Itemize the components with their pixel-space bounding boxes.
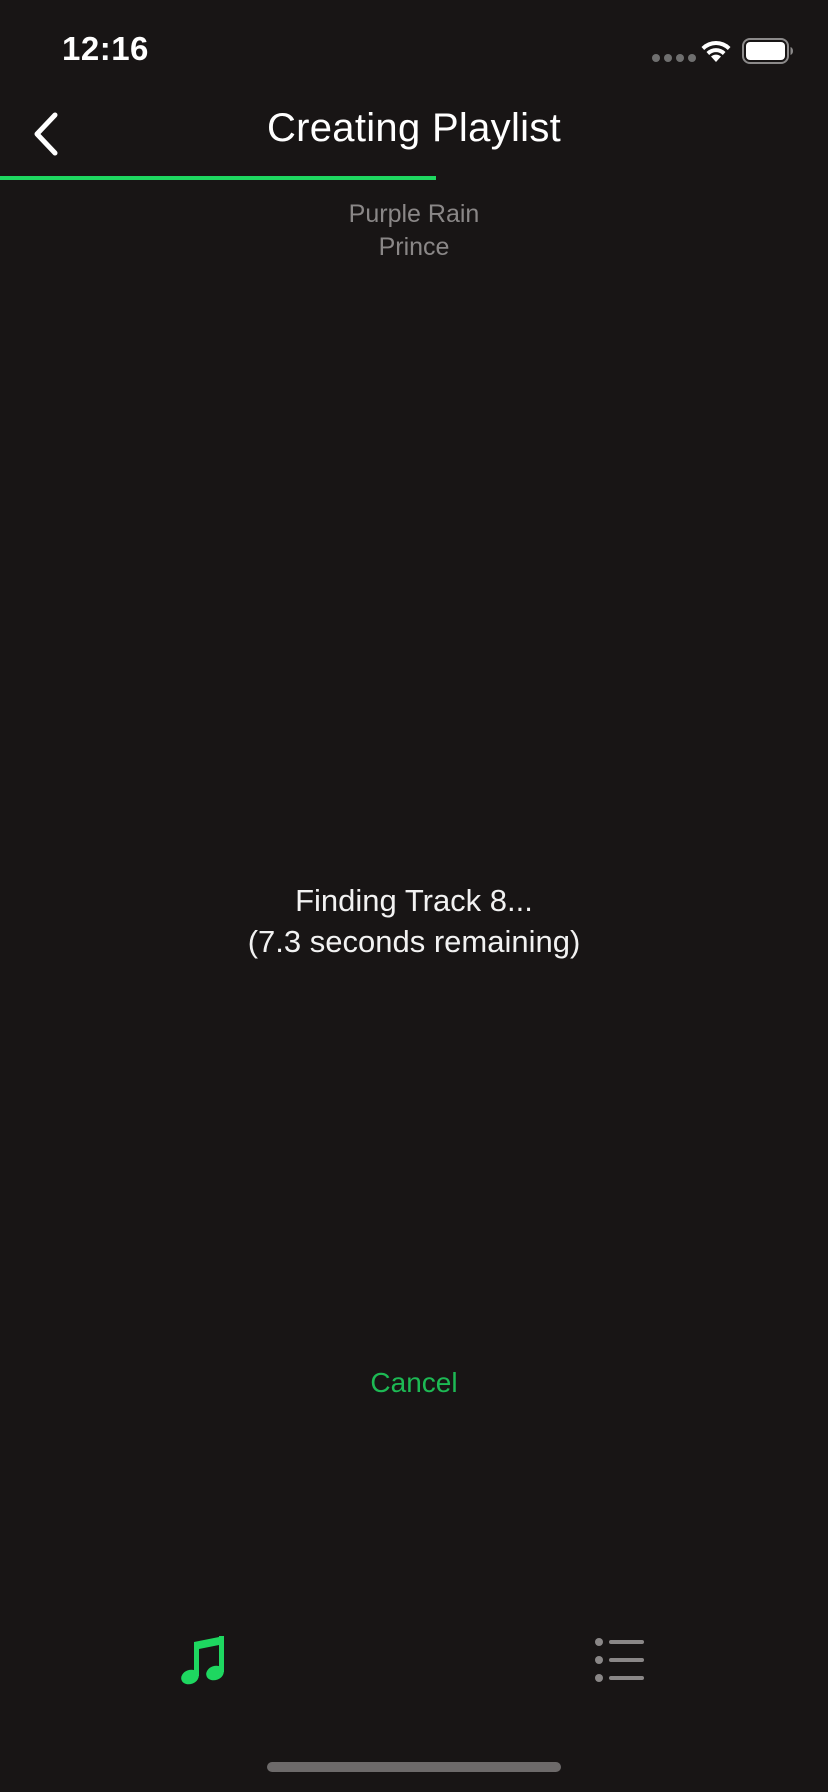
status-message: Finding Track 8... (7.3 seconds remainin… xyxy=(0,880,828,962)
status-line-remaining: (7.3 seconds remaining) xyxy=(247,924,581,959)
home-indicator xyxy=(267,1762,561,1772)
signal-dots-icon xyxy=(652,54,696,62)
nav-bar: Creating Playlist xyxy=(0,100,828,180)
progress-bar xyxy=(0,176,828,180)
status-time: 12:16 xyxy=(62,30,149,67)
tab-music[interactable] xyxy=(164,1620,244,1700)
page-title: Creating Playlist xyxy=(266,106,562,150)
music-note-icon xyxy=(181,1636,224,1685)
track-artist: Prince xyxy=(378,233,450,261)
track-name: Purple Rain xyxy=(348,200,480,228)
list-icon xyxy=(595,1638,644,1682)
progress-bar-fill xyxy=(0,176,437,180)
track-info: Purple Rain Prince xyxy=(0,198,828,264)
status-bar: 12:16 xyxy=(0,0,828,100)
tab-list[interactable] xyxy=(580,1620,660,1700)
battery-icon xyxy=(742,38,793,64)
status-line-primary: Finding Track 8... xyxy=(295,883,533,918)
tab-bar xyxy=(0,1620,828,1720)
cancel-button[interactable]: Cancel xyxy=(314,1362,514,1402)
wifi-icon xyxy=(701,40,731,62)
